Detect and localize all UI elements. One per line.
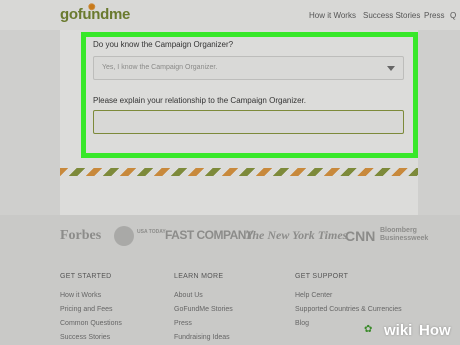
press-logo-usatoday: USA TODAY [137,229,166,235]
press-logo-fastcompany: FAST COMPANY [165,228,254,242]
watermark-wiki: wiki [384,322,413,339]
press-logo-forbes: Forbes [60,228,102,243]
highlight-box [81,32,418,158]
logo-flame-icon: ✺ [88,2,96,12]
footer-link[interactable]: Supported Countries & Currencies [295,306,402,313]
press-logo-cnn: CNN [345,228,376,244]
question-know-organizer: Do you know the Campaign Organizer? [93,40,234,49]
leaf-icon: ✿ [364,324,373,335]
footer-link[interactable]: Common Questions [60,320,122,327]
question-relationship: Please explain your relationship to the … [93,96,307,105]
gofundme-logo[interactable]: gofundme ✺ [60,2,130,23]
know-organizer-select[interactable]: Yes, I know the Campaign Organizer. [93,56,404,80]
airmail-stripes [60,168,418,176]
footer-link[interactable]: GoFundMe Stories [174,306,233,313]
footer-link[interactable]: Blog [295,320,309,327]
footer-heading-get-started: GET STARTED [60,273,112,280]
nav-press[interactable]: Press [424,11,444,20]
press-logo-nytimes: The New York Times [245,228,348,242]
footer-link[interactable]: Help Center [295,292,332,299]
press-logo-usatoday-icon [114,226,134,246]
footer-link[interactable]: About Us [174,292,203,299]
footer-link[interactable]: Pricing and Fees [60,306,113,313]
site-header: gofundme ✺ How it Works Success Stories … [0,0,460,30]
footer-link[interactable]: How it Works [60,292,101,299]
footer-heading-learn-more: LEARN MORE [174,273,224,280]
nav-more[interactable]: Q [450,11,456,20]
relationship-input[interactable] [93,110,404,134]
footer-link[interactable]: Success Stories [60,334,110,341]
watermark-how: How [419,322,451,339]
press-logo-bloomberg: Bloomberg Businessweek [380,227,429,242]
select-value: Yes, I know the Campaign Organizer. [102,64,218,71]
footer-link[interactable]: Fundraising Ideas [174,334,230,341]
footer-link[interactable]: Press [174,320,192,327]
wikihow-watermark: ✿ wiki How [362,318,460,345]
nav-how-it-works[interactable]: How it Works [309,11,356,20]
chevron-down-icon [387,66,395,71]
nav-success-stories[interactable]: Success Stories [363,11,420,20]
footer-heading-get-support: GET SUPPORT [295,273,349,280]
